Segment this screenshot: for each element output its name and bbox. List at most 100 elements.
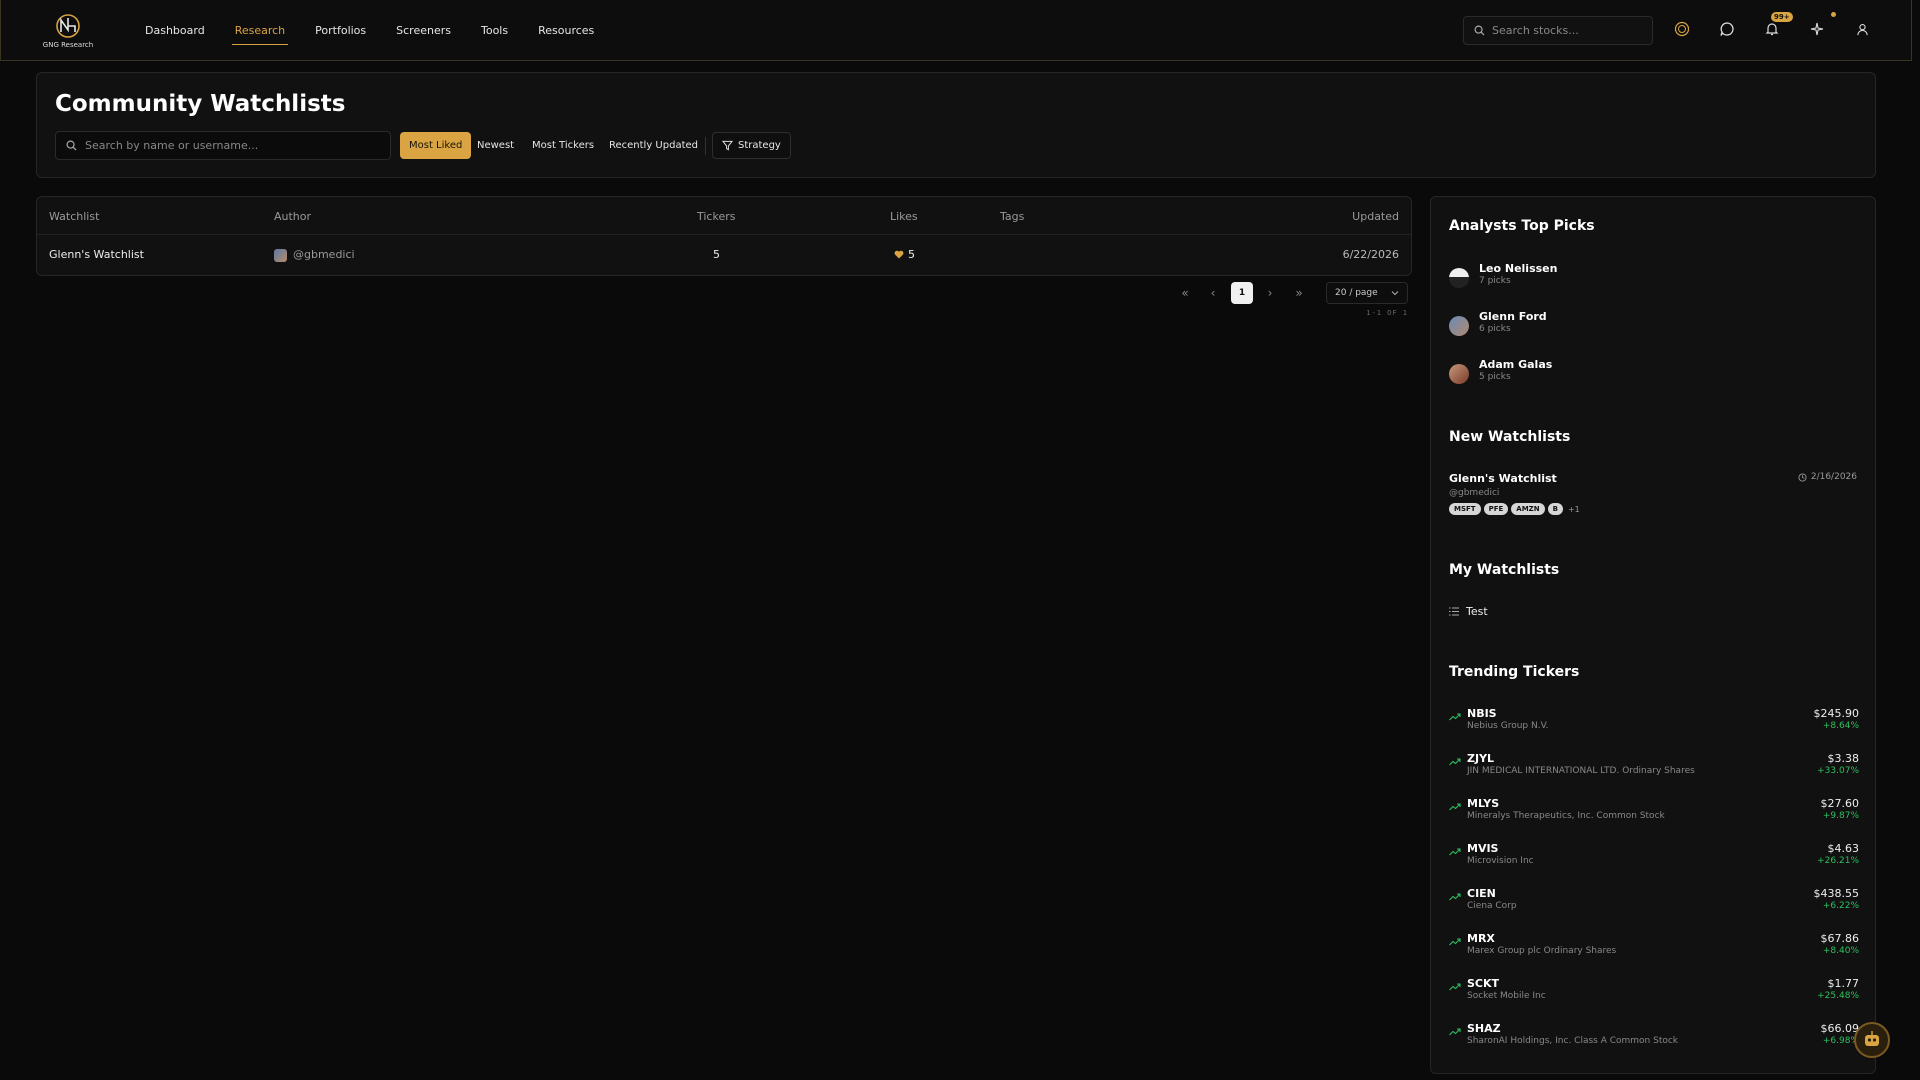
trending-ticker-item[interactable]: SCKT Socket Mobile Inc $1.77 +25.48%: [1449, 977, 1859, 1007]
likes-count: 5: [908, 248, 915, 261]
ticker-symbol: MVIS: [1467, 842, 1499, 855]
sort-recently-updated[interactable]: Recently Updated: [600, 132, 707, 159]
table-header: Watchlist Author Tickers Likes Tags Upda…: [37, 197, 1411, 235]
col-tags[interactable]: Tags: [1000, 210, 1024, 223]
new-watchlists-title: New Watchlists: [1449, 429, 1571, 445]
table-row[interactable]: Glenn's Watchlist @gbmedici 5 5 6/22/202…: [37, 235, 1411, 275]
ticker-company: Ciena Corp: [1467, 901, 1517, 911]
nav-research[interactable]: Research: [231, 0, 289, 61]
watchlist-search-box[interactable]: [55, 131, 391, 160]
ticker-price: $438.55: [1813, 887, 1860, 900]
nav-portfolios[interactable]: Portfolios: [315, 0, 366, 61]
col-watchlist[interactable]: Watchlist: [49, 210, 99, 223]
ticker-company: Marex Group plc Ordinary Shares: [1467, 946, 1617, 956]
bell-icon[interactable]: [1764, 21, 1780, 37]
nav-screeners[interactable]: Screeners: [396, 0, 451, 61]
ticker-price: $1.77: [1827, 977, 1860, 990]
ticker-tag: MSFT: [1449, 503, 1481, 515]
trending-ticker-item[interactable]: NBIS Nebius Group N.V. $245.90 +8.64%: [1449, 707, 1859, 737]
ticker-price: $4.63: [1827, 842, 1860, 855]
robot-icon: [1865, 1031, 1879, 1046]
trend-up-icon: [1449, 848, 1461, 856]
watchlist-name[interactable]: Glenn's Watchlist: [49, 248, 144, 261]
new-watchlist-name[interactable]: Glenn's Watchlist: [1449, 472, 1557, 485]
nav-dashboard[interactable]: Dashboard: [145, 0, 205, 61]
ticker-change: +9.87%: [1822, 811, 1859, 821]
top-picks-title: Analysts Top Picks: [1449, 218, 1595, 234]
heart-icon: [894, 250, 904, 259]
ticker-company: Nebius Group N.V.: [1467, 721, 1549, 731]
analyst-picks: 7 picks: [1479, 276, 1511, 286]
assistant-bot-button[interactable]: [1854, 1022, 1890, 1058]
likes-cell[interactable]: 5: [894, 248, 915, 261]
ticker-symbol: MLYS: [1467, 797, 1500, 810]
sort-most-liked[interactable]: Most Liked: [400, 132, 472, 159]
ticker-change: +33.07%: [1817, 766, 1859, 776]
strategy-filter-button[interactable]: Strategy: [712, 132, 791, 159]
analyst-item[interactable]: Adam Galas 5 picks: [1449, 358, 1849, 388]
trending-ticker-item[interactable]: CIEN Ciena Corp $438.55 +6.22%: [1449, 887, 1859, 917]
new-watchlist-date: 2/16/2026: [1798, 472, 1857, 482]
analyst-item[interactable]: Glenn Ford 6 picks: [1449, 310, 1849, 340]
right-sidebar: Analysts Top Picks Leo Nelissen 7 picks …: [1430, 196, 1876, 1074]
per-page-select[interactable]: 20 / page: [1326, 282, 1408, 304]
per-page-value: 20 / page: [1335, 288, 1378, 298]
stock-search-box[interactable]: [1463, 16, 1653, 45]
chevron-down-icon: [1391, 291, 1399, 296]
ticker-symbol: CIEN: [1467, 887, 1496, 900]
my-watchlist-item[interactable]: Test: [1449, 605, 1488, 618]
col-updated[interactable]: Updated: [1352, 210, 1399, 223]
update-indicator-dot: [1831, 12, 1836, 17]
analyst-picks: 6 picks: [1479, 324, 1511, 334]
analyst-name: Adam Galas: [1479, 358, 1553, 371]
ticker-change: +6.22%: [1822, 901, 1859, 911]
trending-ticker-item[interactable]: SHAZ SharonAI Holdings, Inc. Class A Comm…: [1449, 1022, 1859, 1052]
ticker-company: JIN MEDICAL INTERNATIONAL LTD. Ordinary …: [1467, 766, 1695, 776]
ticker-tag: PFE: [1483, 503, 1509, 515]
col-author[interactable]: Author: [274, 210, 311, 223]
avatar: [1449, 316, 1469, 336]
brand-name: GNG Research: [42, 41, 94, 49]
trending-ticker-item[interactable]: MRX Marex Group plc Ordinary Shares $67.86…: [1449, 932, 1859, 962]
analyst-item[interactable]: Leo Nelissen 7 picks: [1449, 262, 1849, 292]
trending-ticker-item[interactable]: ZJYL JIN MEDICAL INTERNATIONAL LTD. Ordin…: [1449, 752, 1859, 782]
col-likes[interactable]: Likes: [890, 210, 918, 223]
ticker-company: Microvision Inc: [1467, 856, 1534, 866]
nav-tools[interactable]: Tools: [481, 0, 508, 61]
stock-search-input[interactable]: [1492, 24, 1642, 37]
watchlist-search-input[interactable]: [85, 139, 385, 152]
my-watchlist-label: Test: [1466, 605, 1488, 618]
top-nav-bar: GNG Research Dashboard Research Portfoli…: [0, 0, 1912, 61]
sort-newest[interactable]: Newest: [468, 132, 523, 159]
sort-most-tickers[interactable]: Most Tickers: [523, 132, 603, 159]
main-nav: Dashboard Research Portfolios Screeners …: [145, 0, 624, 61]
new-watchlist-user: @gbmedici: [1449, 488, 1500, 498]
trending-ticker-item[interactable]: MLYS Mineralys Therapeutics, Inc. Common …: [1449, 797, 1859, 827]
results-range: 1-1 OF 1: [1366, 309, 1408, 317]
ticker-company: Socket Mobile Inc: [1467, 991, 1546, 1001]
last-page-button[interactable]: »: [1288, 282, 1310, 304]
user-icon[interactable]: [1854, 21, 1870, 37]
filter-icon: [722, 140, 733, 151]
col-tickers[interactable]: Tickers: [697, 210, 735, 223]
page-1-button[interactable]: 1: [1231, 282, 1253, 304]
brand-logo[interactable]: GNG Research: [41, 12, 95, 52]
trending-ticker-item[interactable]: MVIS Microvision Inc $4.63 +26.21%: [1449, 842, 1859, 872]
coin-icon[interactable]: [1674, 21, 1690, 37]
notification-badge: 99+: [1771, 12, 1793, 22]
prev-page-button[interactable]: ‹: [1202, 282, 1224, 304]
author-cell[interactable]: @gbmedici: [274, 248, 355, 262]
ticker-change: +8.40%: [1822, 946, 1859, 956]
first-page-button[interactable]: «: [1174, 282, 1196, 304]
analyst-name: Leo Nelissen: [1479, 262, 1558, 275]
trend-up-icon: [1449, 803, 1461, 811]
chat-icon[interactable]: [1719, 21, 1735, 37]
sparkle-icon[interactable]: [1809, 21, 1825, 37]
next-page-button[interactable]: ›: [1259, 282, 1281, 304]
trend-up-icon: [1449, 713, 1461, 721]
nav-resources[interactable]: Resources: [538, 0, 594, 61]
ticker-company: SharonAI Holdings, Inc. Class A Common S…: [1467, 1036, 1679, 1046]
ticker-symbol: SCKT: [1467, 977, 1500, 990]
avatar: [1449, 364, 1469, 384]
gng-logo-icon: [56, 14, 80, 38]
